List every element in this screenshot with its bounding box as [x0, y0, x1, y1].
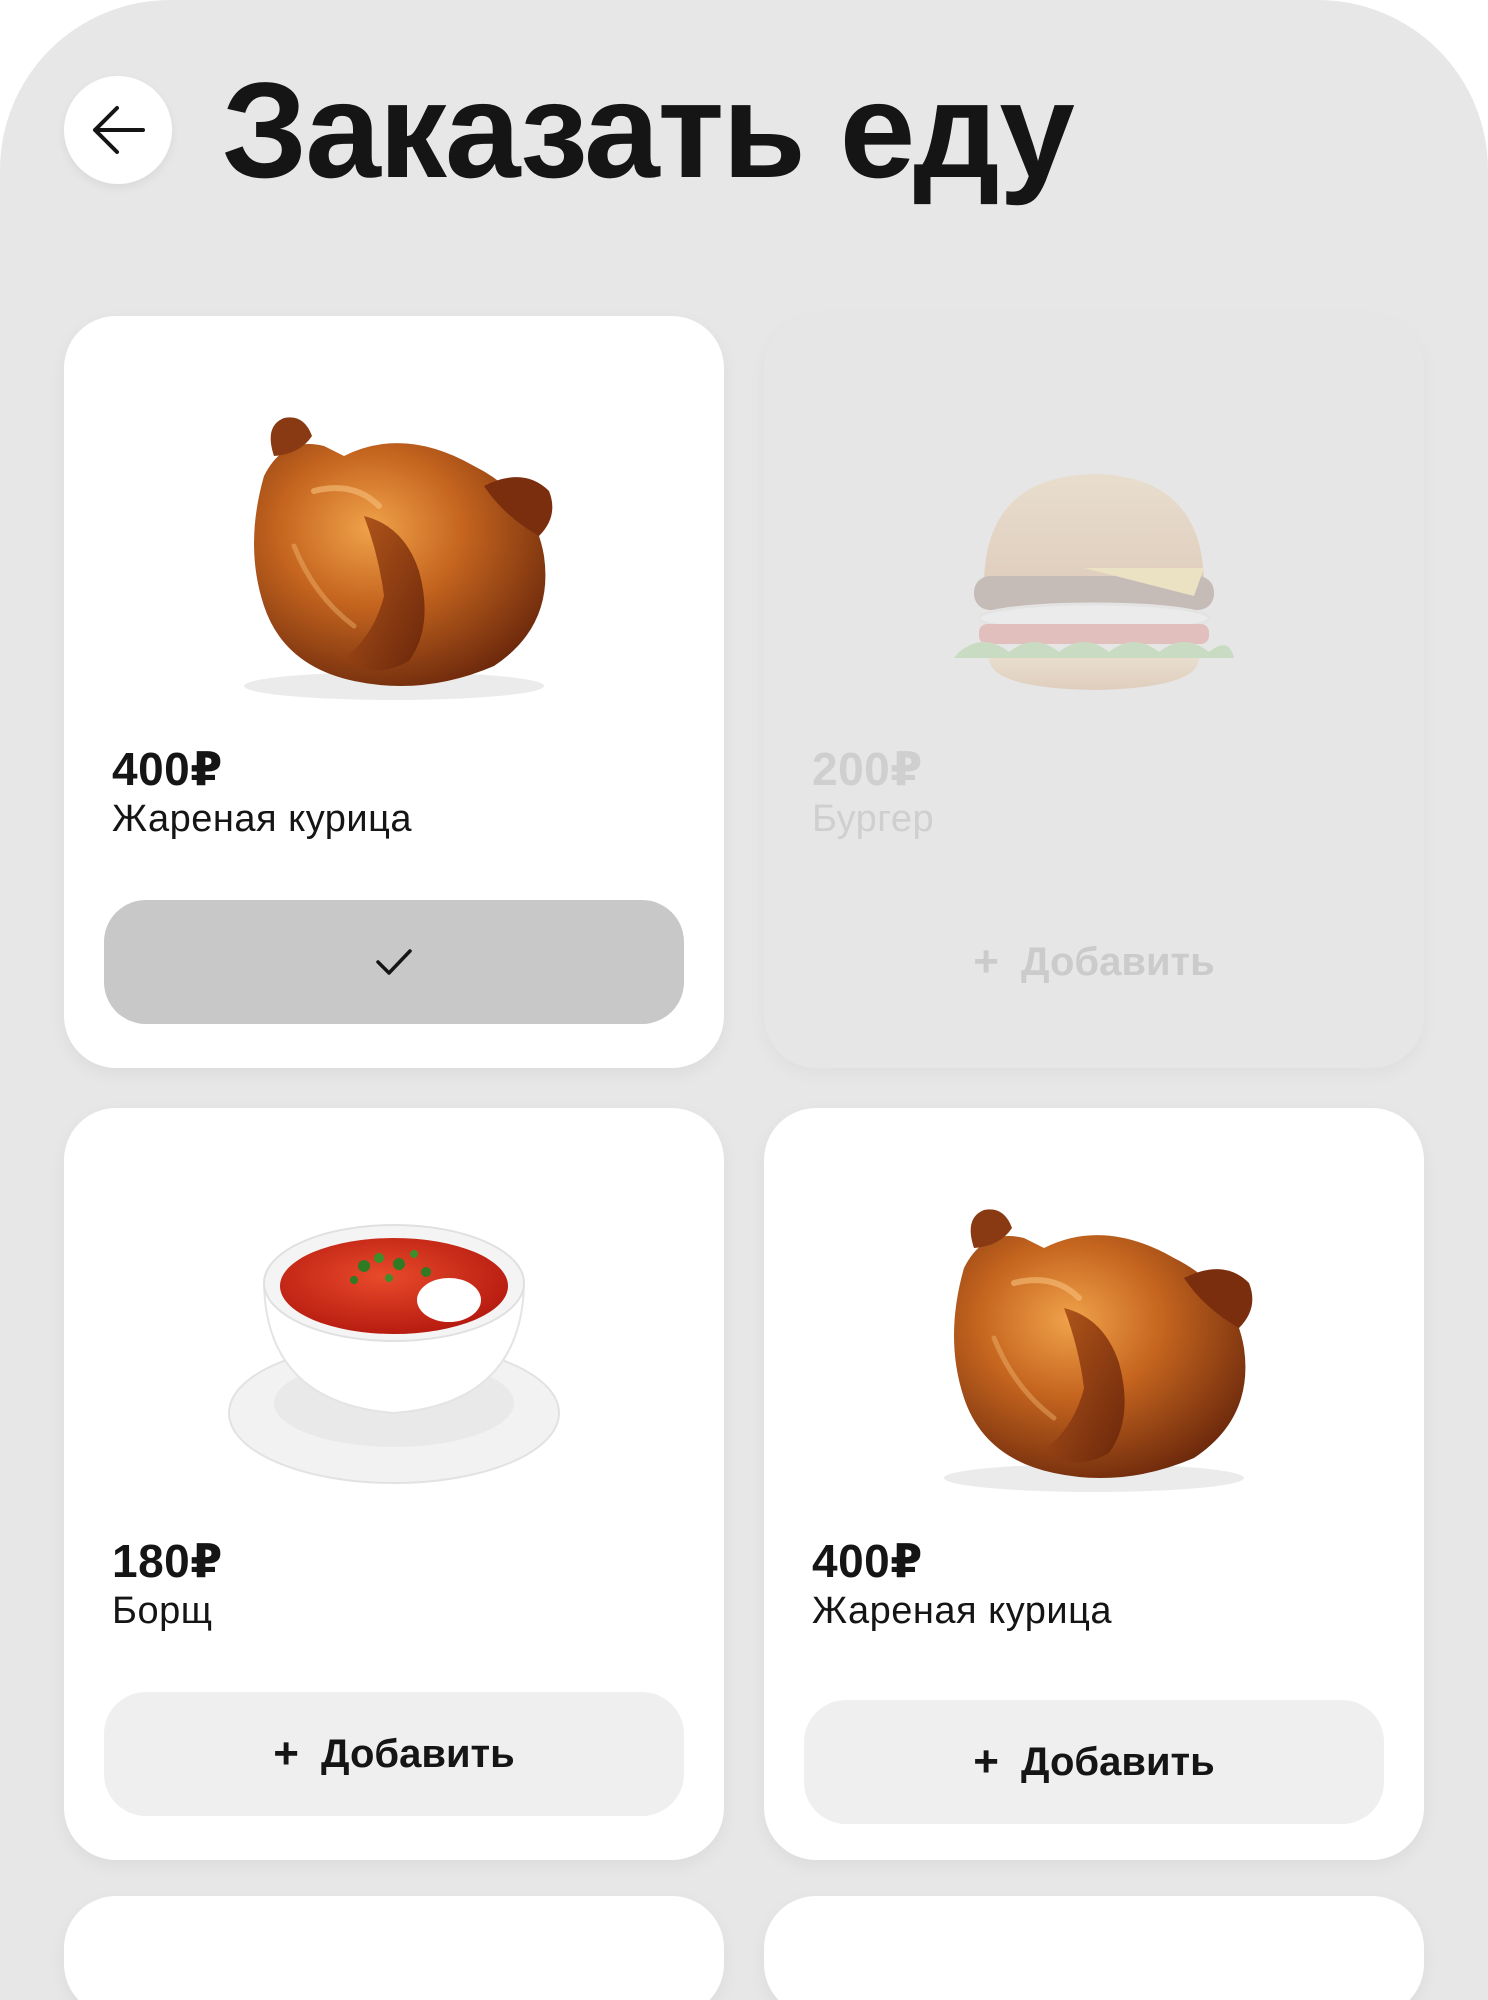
page-title: Заказать еду: [222, 54, 1075, 206]
product-price: 200₽: [812, 743, 923, 795]
check-icon: [376, 949, 412, 975]
roast-chicken-image: [904, 1188, 1284, 1518]
add-button[interactable]: + Добавить: [104, 1692, 684, 1816]
product-name: Борщ: [112, 1590, 213, 1632]
product-card: 180₽ Борщ + Добавить: [64, 1108, 724, 1860]
add-button-label: Добавить: [1020, 1739, 1215, 1784]
plus-icon: +: [973, 1737, 999, 1786]
product-name: Бургер: [812, 798, 935, 840]
product-card: [64, 1896, 724, 2000]
arrow-left-icon: [93, 106, 145, 154]
product-card: 400₽ Жареная курица + Добавить: [764, 1108, 1424, 1860]
added-button[interactable]: [104, 900, 684, 1024]
product-price: 400₽: [112, 743, 223, 795]
add-button[interactable]: + Добавить: [804, 1700, 1384, 1824]
product-name: Жареная курица: [112, 798, 413, 840]
product-name: Жареная курица: [812, 1590, 1113, 1632]
product-card: [764, 1896, 1424, 2000]
add-button-label: Добавить: [320, 1731, 515, 1776]
plus-icon: +: [973, 937, 999, 986]
burger-image: [904, 396, 1284, 726]
roast-chicken-image: [204, 396, 584, 726]
product-price: 400₽: [812, 1535, 923, 1587]
product-price: 180₽: [112, 1535, 223, 1587]
back-button[interactable]: [64, 76, 172, 184]
screen: Заказать еду 400₽ Жареная курица 200₽ Бу…: [0, 0, 1488, 2000]
add-button-label: Добавить: [1020, 939, 1215, 984]
add-button[interactable]: + Добавить: [804, 900, 1384, 1024]
plus-icon: +: [273, 1729, 299, 1778]
product-card-disabled: 200₽ Бургер + Добавить: [764, 316, 1424, 1068]
product-card: 400₽ Жареная курица: [64, 316, 724, 1068]
borscht-image: [204, 1188, 584, 1518]
